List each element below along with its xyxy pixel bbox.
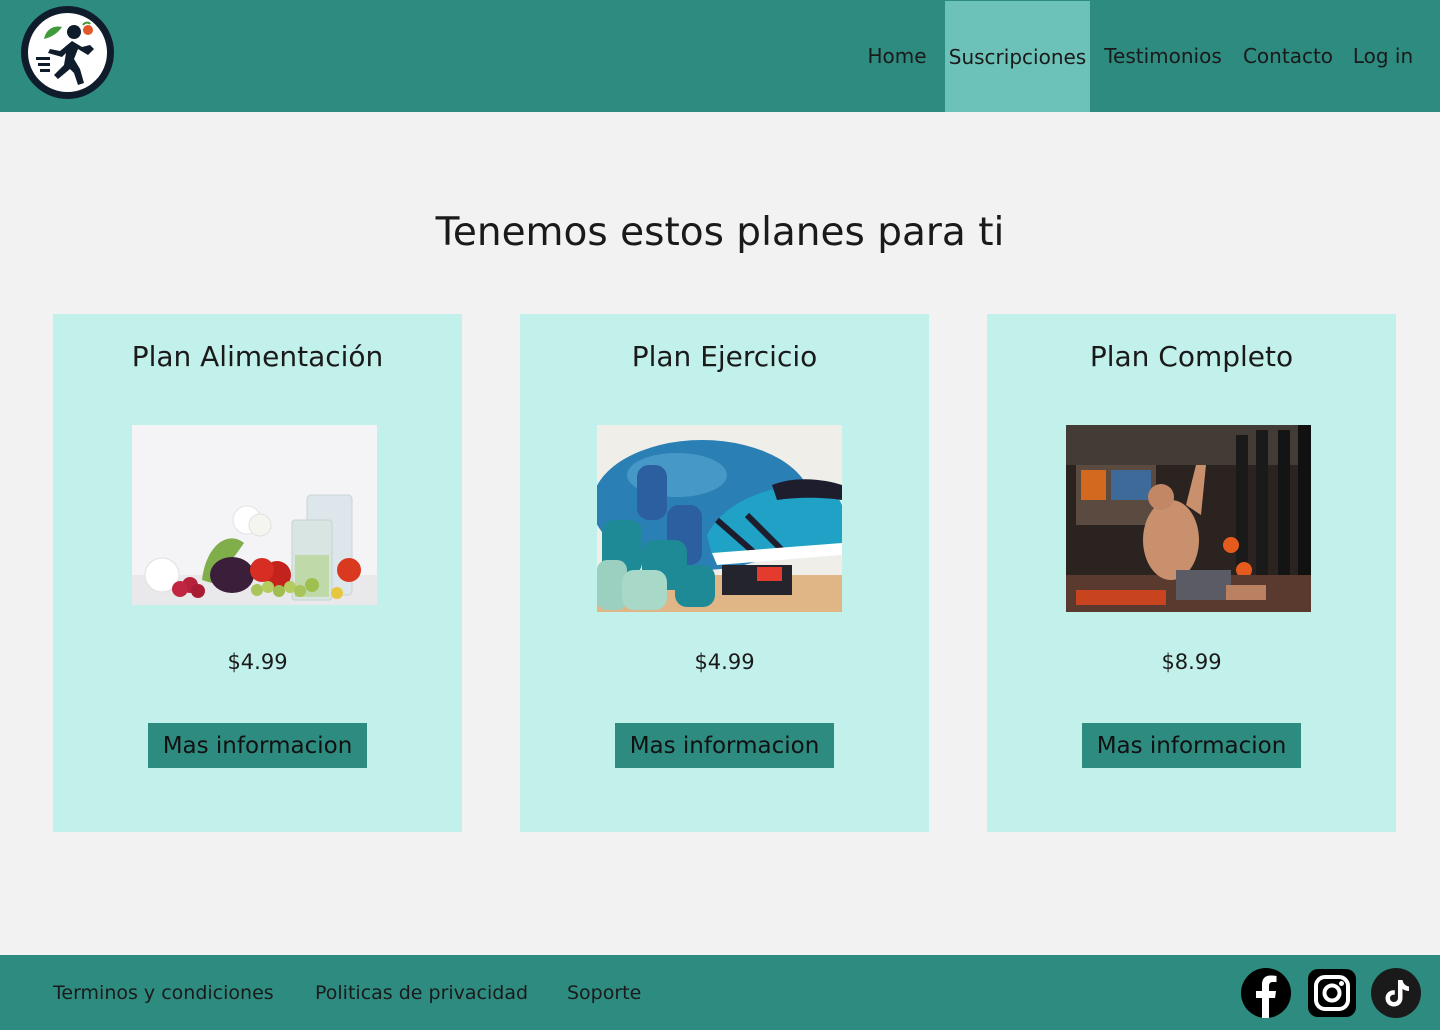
dumbbells-and-sneaker-photo (597, 425, 842, 612)
gym-workout-photo (1066, 425, 1311, 612)
privacy-link[interactable]: Politicas de privacidad (315, 955, 528, 1030)
nav-contacto[interactable]: Contacto (1238, 0, 1338, 112)
plan-card-completo: Plan Completo $8.99 Mas informacion (987, 314, 1396, 832)
mas-informacion-button[interactable]: Mas informacion (1082, 723, 1301, 768)
terms-link[interactable]: Terminos y condiciones (53, 955, 274, 1030)
page-title: Tenemos estos planes para ti (435, 210, 1005, 255)
runner-logo-icon (28, 13, 107, 92)
nav-testimonios[interactable]: Testimonios (1100, 0, 1226, 112)
plan-title: Plan Ejercicio (631, 340, 818, 373)
mas-informacion-button[interactable]: Mas informacion (615, 723, 834, 768)
plan-price: $8.99 (1161, 650, 1222, 674)
tiktok-icon[interactable] (1371, 968, 1421, 1018)
nav-home[interactable]: Home (862, 0, 932, 112)
instagram-icon[interactable] (1307, 968, 1357, 1018)
nav-login[interactable]: Log in (1348, 0, 1418, 112)
plan-card-ejercicio: Plan Ejercicio $4.99 Mas informacion (520, 314, 929, 832)
plan-price: $4.99 (694, 650, 755, 674)
support-link[interactable]: Soporte (567, 955, 641, 1030)
nav-suscripciones[interactable]: Suscripciones (945, 1, 1090, 112)
plan-price: $4.99 (227, 650, 288, 674)
mas-informacion-button[interactable]: Mas informacion (148, 723, 367, 768)
plan-title: Plan Completo (1089, 340, 1294, 373)
plan-title: Plan Alimentación (131, 340, 384, 373)
logo[interactable] (21, 6, 114, 99)
site-footer: Terminos y condiciones Politicas de priv… (0, 955, 1440, 1030)
plan-card-alimentacion: Plan Alimentación $4.99 Mas informacion (53, 314, 462, 832)
site-header: Home Suscripciones Testimonios Contacto … (0, 0, 1440, 112)
facebook-icon[interactable] (1241, 968, 1291, 1018)
vegetables-and-water-photo (132, 425, 377, 605)
